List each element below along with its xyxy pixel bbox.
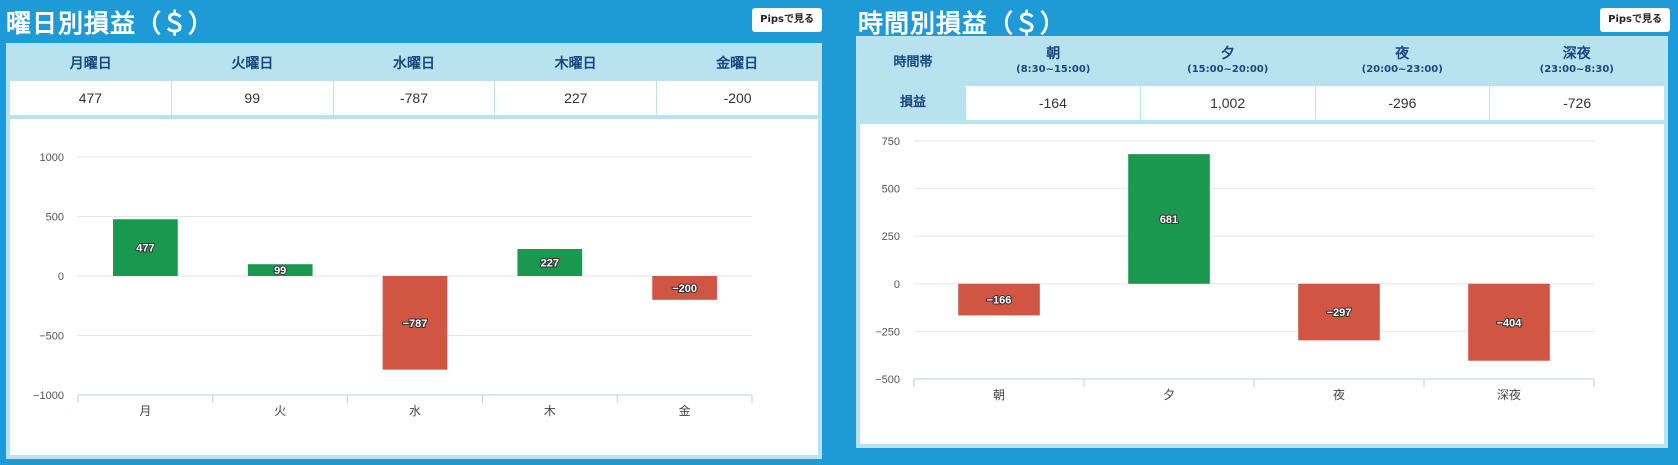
y-tick-label: 500 [882, 184, 900, 196]
data-label: −404 [1497, 317, 1523, 329]
weekday-value-tue: 99 [171, 81, 334, 115]
y-tick-label: −500 [39, 331, 64, 343]
timeslot-chart-area: 750 500 250 0 −250 −500 −166 朝 681 夕 −297 夜 −404 深夜 [860, 124, 1664, 444]
x-tick-label: 夜 [1333, 387, 1345, 402]
data-label: 99 [274, 265, 286, 277]
timeslot-header-night: 夜 (20:00~23:00) [1315, 40, 1490, 86]
weekday-value-mon: 477 [10, 81, 172, 115]
weekday-header-row: 月曜日 火曜日 水曜日 木曜日 金曜日 [10, 47, 818, 81]
timeslot-range: (20:00~23:00) [1361, 64, 1443, 75]
timeslot-name: 深夜 [1562, 46, 1591, 62]
x-tick-label: 朝 [993, 388, 1005, 402]
timeslot-pnl-title: 時間別損益（＄） [858, 9, 1067, 38]
timeslot-header-label: 時間帯 [893, 55, 933, 70]
timeslot-card: 時間帯 朝 (8:30~15:00) 夕 (15:00~20:00) 夜 (20… [856, 36, 1668, 448]
timeslot-value-evening: 1,002 [1140, 86, 1316, 120]
data-label: −297 [1327, 307, 1352, 319]
timeslot-header-evening: 夕 (15:00~20:00) [1140, 40, 1315, 86]
data-label: 227 [541, 257, 559, 269]
y-tick-label: 1000 [40, 152, 64, 164]
timeslot-header-morning: 朝 (8:30~15:00) [966, 40, 1141, 86]
x-tick-label: 深夜 [1497, 387, 1521, 402]
x-tick-label: 夕 [1163, 388, 1175, 402]
weekday-bar-chart: 1000 500 0 −500 −1000 477 月 99 火 −787 水 227 木 −200 金 [33, 152, 753, 418]
timeslot-range: (15:00~20:00) [1187, 64, 1269, 75]
timeslot-value-night: -296 [1315, 86, 1491, 120]
weekday-card: 月曜日 火曜日 水曜日 木曜日 金曜日 477 99 -787 227 -200… [6, 43, 822, 459]
x-tick-label: 金 [679, 403, 691, 418]
y-tick-label: 750 [882, 136, 900, 148]
x-tick-label: 火 [274, 404, 286, 418]
x-tick-label: 月 [139, 404, 151, 418]
y-tick-label: 0 [894, 279, 900, 291]
weekday-value-fri: -200 [657, 81, 818, 115]
weekday-value-thu: 227 [495, 81, 658, 115]
weekday-header-fri: 金曜日 [656, 47, 818, 81]
y-tick-label: −500 [875, 374, 900, 386]
timeslot-value-morning: -164 [966, 86, 1141, 120]
weekday-header-thu: 木曜日 [494, 47, 657, 81]
y-tick-label: −250 [875, 326, 900, 338]
timeslot-name: 夕 [1220, 46, 1235, 62]
timeslot-bar-chart: 750 500 250 0 −250 −500 −166 朝 681 夕 −297 夜 −404 深夜 [875, 136, 1595, 402]
data-label: −200 [672, 283, 697, 295]
y-tick-label: 250 [882, 231, 900, 243]
weekday-value-wed: -787 [333, 81, 496, 115]
data-label: 477 [136, 243, 154, 255]
timeslot-range: (23:00~8:30) [1539, 64, 1614, 75]
y-tick-label: 500 [46, 212, 64, 224]
x-tick-label: 水 [409, 404, 421, 418]
timeslot-table: 時間帯 朝 (8:30~15:00) 夕 (15:00~20:00) 夜 (20… [860, 40, 1664, 120]
weekday-header-mon: 月曜日 [10, 47, 172, 81]
y-tick-label: −1000 [33, 390, 64, 402]
timeslot-header-row: 時間帯 朝 (8:30~15:00) 夕 (15:00~20:00) 夜 (20… [860, 40, 1664, 86]
y-tick-label: 0 [58, 271, 64, 283]
weekday-table: 月曜日 火曜日 水曜日 木曜日 金曜日 477 99 -787 227 -200 [10, 47, 818, 115]
timeslot-name: 朝 [1046, 46, 1061, 62]
timeslot-pnl-panel: 時間別損益（＄） Pipsで見る 時間帯 朝 (8:30~15:00) 夕 (1… [852, 0, 1678, 465]
data-label: −166 [987, 295, 1012, 307]
weekday-pnl-panel: 曜日別損益（＄） Pipsで見る 月曜日 火曜日 水曜日 木曜日 金曜日 477… [0, 0, 830, 465]
weekday-pips-button[interactable]: Pipsで見る [752, 8, 822, 32]
timeslot-range: (8:30~15:00) [1016, 64, 1091, 75]
timeslot-header-latenight: 深夜 (23:00~8:30) [1489, 40, 1664, 86]
timeslot-value-row: 損益 -164 1,002 -296 -726 [860, 86, 1664, 120]
x-tick-label: 木 [544, 404, 556, 418]
weekday-value-row: 477 99 -787 227 -200 [10, 81, 818, 115]
weekday-header-wed: 水曜日 [333, 47, 495, 81]
weekday-pnl-title: 曜日別損益（＄） [6, 9, 215, 38]
weekday-chart-area: 1000 500 0 −500 −1000 477 月 99 火 −787 水 227 木 −200 金 [10, 119, 818, 455]
data-label: 681 [1160, 214, 1178, 226]
timeslot-pips-button[interactable]: Pipsで見る [1600, 8, 1670, 32]
timeslot-name: 夜 [1395, 46, 1410, 62]
data-label: −787 [403, 318, 428, 330]
weekday-header-tue: 火曜日 [171, 47, 334, 81]
timeslot-value-latenight: -726 [1490, 86, 1664, 120]
timeslot-value-label: 損益 [899, 95, 926, 110]
